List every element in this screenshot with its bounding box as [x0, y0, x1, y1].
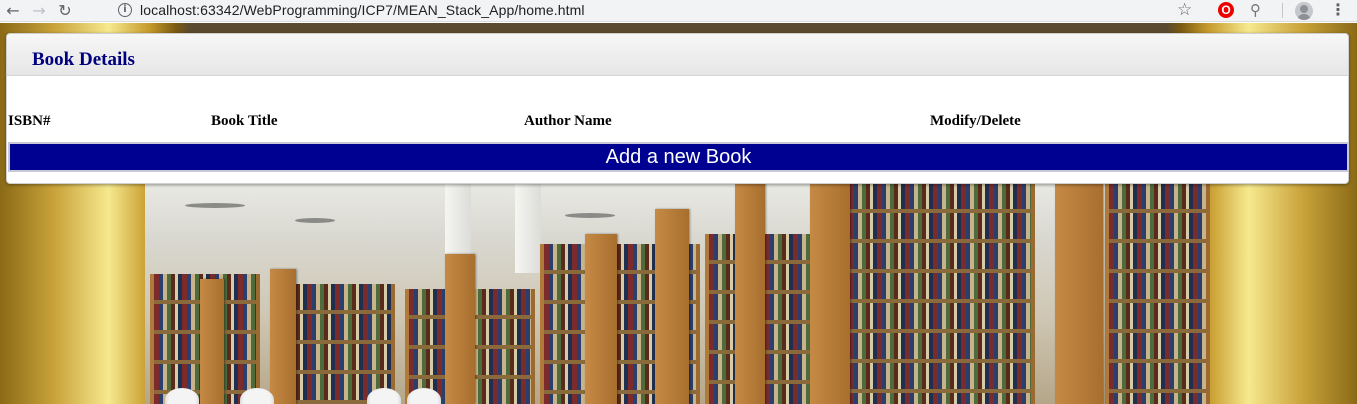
library-background-image — [145, 183, 1210, 404]
shelf-end — [270, 269, 296, 404]
shelf-end — [445, 254, 475, 404]
book-details-panel: Book Details ISBN# Book Title Author Nam… — [6, 33, 1349, 184]
page-title: Book Details — [32, 49, 135, 70]
info-icon[interactable]: i — [118, 3, 132, 17]
url-text[interactable]: localhost:63342/WebProgramming/ICP7/MEAN… — [140, 2, 585, 18]
shelf-end — [200, 279, 224, 404]
extension-icon[interactable]: ⚲ — [1250, 1, 1261, 19]
panel-heading: Book Details — [7, 34, 1348, 76]
shelf-end — [810, 183, 850, 404]
bookshelf — [845, 183, 1035, 404]
reload-icon[interactable]: ↻ — [52, 0, 78, 22]
address-bar[interactable]: i localhost:63342/WebProgramming/ICP7/ME… — [108, 0, 1206, 20]
forward-icon[interactable]: → — [26, 0, 52, 22]
ceiling-light — [185, 203, 245, 208]
shelf-end — [655, 209, 689, 404]
back-icon[interactable]: ← — [0, 0, 26, 22]
browser-toolbar: ← → ↻ i localhost:63342/WebProgramming/I… — [0, 0, 1357, 22]
shelf-end — [1055, 183, 1103, 404]
ceiling-light — [295, 218, 335, 223]
column-header-isbn: ISBN# — [8, 113, 51, 129]
toolbar-divider — [1282, 3, 1283, 18]
add-new-book-button[interactable]: Add a new Book — [8, 142, 1348, 172]
bookmark-star-icon[interactable]: ☆ — [1177, 0, 1192, 20]
menu-icon[interactable]: ⋮ — [1330, 0, 1346, 20]
helmet — [240, 388, 274, 404]
column-header-book-title: Book Title — [211, 113, 278, 129]
opera-extension-icon[interactable]: O — [1218, 2, 1234, 18]
column — [515, 183, 541, 273]
column-header-modify-delete: Modify/Delete — [930, 113, 1021, 129]
profile-avatar-icon[interactable] — [1295, 2, 1313, 20]
column-header-author-name: Author Name — [524, 113, 612, 129]
ceiling-light — [565, 213, 615, 218]
shelf-end — [585, 234, 617, 404]
bookshelf — [1105, 183, 1210, 404]
shelf-end — [735, 183, 765, 404]
helmet — [367, 388, 401, 404]
